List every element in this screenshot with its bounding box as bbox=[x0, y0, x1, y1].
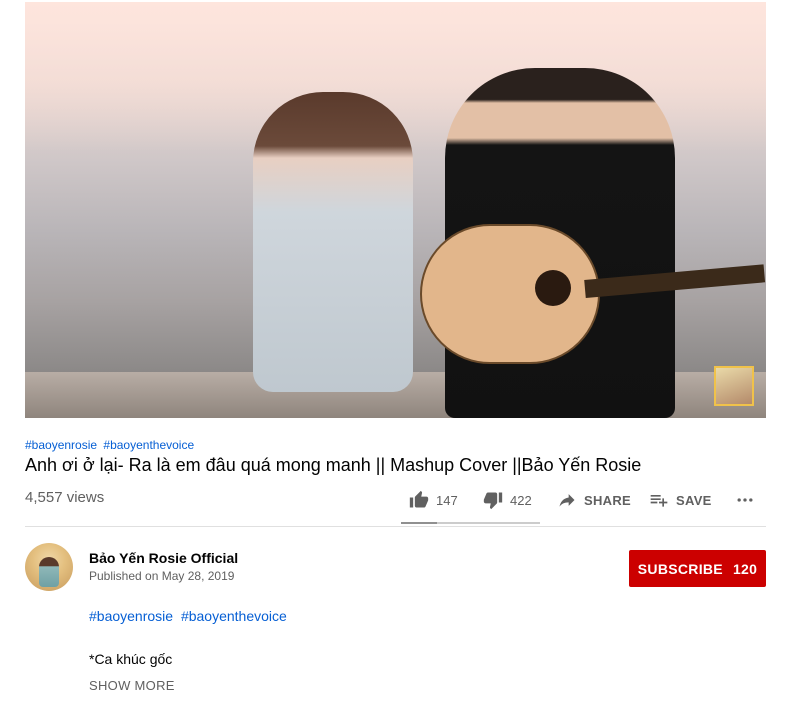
video-frame-singer bbox=[253, 92, 413, 392]
thumb-up-icon bbox=[408, 489, 430, 511]
subscribe-label: SUBSCRIBE bbox=[637, 560, 723, 577]
more-actions-button[interactable] bbox=[734, 489, 762, 511]
video-frame-guitar-hole bbox=[535, 270, 571, 306]
avatar-figure bbox=[39, 557, 59, 587]
more-horizontal-icon bbox=[734, 489, 756, 511]
sentiment-bar-likes bbox=[401, 522, 438, 524]
channel-watermark[interactable] bbox=[714, 366, 754, 406]
like-count: 147 bbox=[436, 492, 458, 508]
dislike-button[interactable]: 422 bbox=[482, 489, 532, 511]
channel-avatar[interactable] bbox=[25, 543, 73, 591]
subscribe-button[interactable]: SUBSCRIBE 120 bbox=[629, 550, 766, 587]
video-title: Anh ơi ở lại- Ra là em đâu quá mong manh… bbox=[25, 455, 642, 475]
hashtag-link[interactable]: #baoyenrosie bbox=[89, 608, 173, 624]
like-button[interactable]: 147 bbox=[408, 489, 458, 511]
channel-name[interactable]: Bảo Yến Rosie Official bbox=[89, 550, 238, 566]
thumb-down-icon bbox=[482, 489, 504, 511]
sentiment-bar bbox=[401, 522, 540, 524]
hashtag-link[interactable]: #baoyenrosie bbox=[25, 438, 97, 452]
hashtag-link[interactable]: #baoyenthevoice bbox=[103, 438, 194, 452]
description-text: *Ca khúc gốc bbox=[89, 651, 173, 667]
save-button[interactable]: SAVE bbox=[648, 489, 712, 511]
show-more-button[interactable]: SHOW MORE bbox=[89, 678, 175, 693]
description-hashtags: #baoyenrosie #baoyenthevoice bbox=[89, 608, 291, 624]
view-count: 4,557 views bbox=[25, 489, 105, 506]
save-label: SAVE bbox=[676, 492, 712, 508]
subscriber-count: 120 bbox=[732, 560, 758, 577]
divider bbox=[25, 526, 766, 527]
video-hashtags: #baoyenrosie #baoyenthevoice bbox=[25, 438, 197, 452]
hashtag-link[interactable]: #baoyenthevoice bbox=[181, 608, 287, 624]
share-label: SHARE bbox=[584, 492, 632, 508]
video-player[interactable] bbox=[25, 2, 766, 418]
playlist-add-icon bbox=[648, 489, 670, 511]
video-frame-guitar bbox=[420, 224, 600, 364]
publish-date: Published on May 28, 2019 bbox=[89, 569, 235, 583]
share-icon bbox=[556, 489, 578, 511]
share-button[interactable]: SHARE bbox=[556, 489, 631, 511]
dislike-count: 422 bbox=[510, 492, 532, 508]
